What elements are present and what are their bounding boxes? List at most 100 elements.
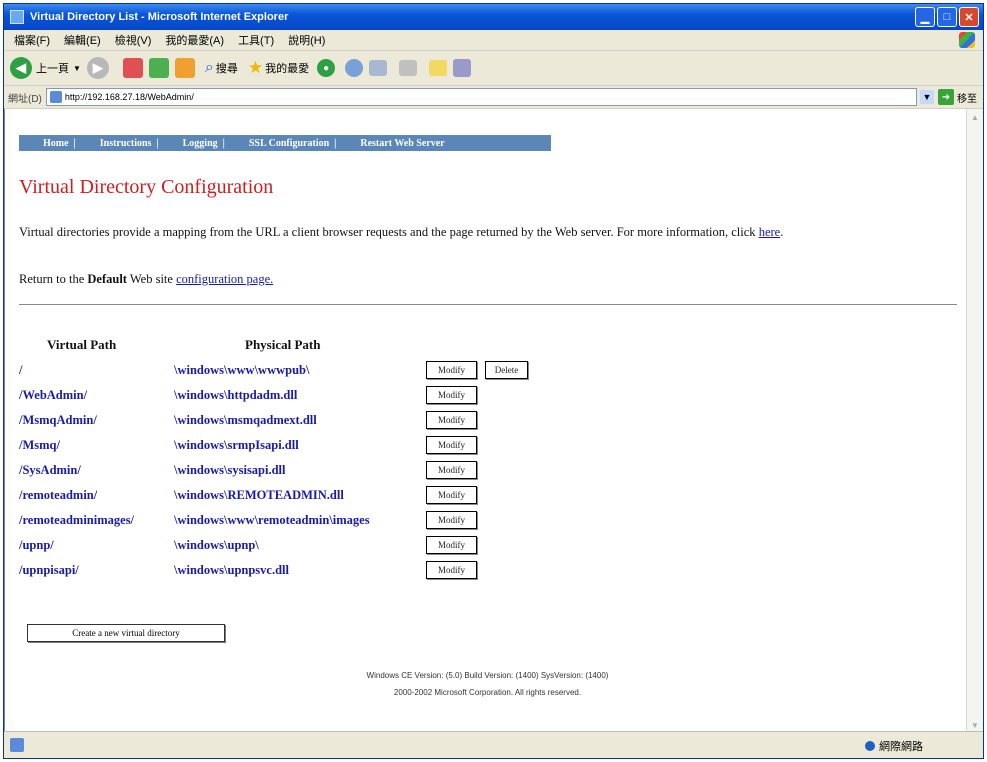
virtual-path-link[interactable]: / (19, 363, 22, 378)
physical-path: \windows\REMOTEADMIN.dll (174, 488, 344, 502)
maximize-button[interactable]: □ (937, 7, 957, 27)
modify-button[interactable]: Modify (426, 386, 477, 404)
address-url: http://192.168.27.18/WebAdmin/ (64, 92, 194, 102)
history-button[interactable] (345, 59, 364, 77)
minimize-button[interactable]: ▁ (915, 7, 935, 27)
mail-button[interactable] (369, 60, 388, 76)
modify-button[interactable]: Modify (426, 511, 477, 529)
print-button[interactable] (399, 60, 418, 76)
address-dropdown-button[interactable]: ▼ (920, 90, 934, 104)
virtual-path-link[interactable]: /upnpisapi/ (19, 563, 79, 578)
page-icon (49, 91, 62, 103)
maximize-icon: □ (943, 11, 951, 23)
physical-path: \windows\httpdadm.dll (174, 388, 298, 402)
title-bar: Virtual Directory List - Microsoft Inter… (4, 4, 983, 30)
menu-favorites[interactable]: 我的最愛(A) (165, 32, 224, 48)
menu-help[interactable]: 說明(H) (288, 32, 325, 48)
back-button[interactable]: ◀ 上一頁 ▼ (10, 57, 81, 79)
nav-logging-label: Logging (182, 137, 218, 149)
go-arrow-icon: ➜ (941, 91, 951, 103)
modify-button[interactable]: Modify (426, 486, 477, 504)
modify-button[interactable]: Modify (426, 361, 477, 379)
vertical-scrollbar[interactable]: ▲ ▼ (966, 109, 983, 734)
virtual-path-link[interactable]: /SysAdmin/ (19, 463, 81, 478)
messenger-icon (453, 59, 472, 77)
physical-path: \windows\upnp\ (174, 538, 259, 552)
address-input[interactable]: http://192.168.27.18/WebAdmin/ (45, 88, 917, 106)
back-arrow-icon: ◀ (10, 57, 32, 79)
refresh-button[interactable] (148, 58, 169, 78)
edit-button[interactable] (429, 60, 448, 76)
home-icon (174, 58, 195, 78)
search-button[interactable]: ⌕ 搜尋 (205, 59, 238, 77)
nav-ssl-label: SSL Configuration (248, 137, 330, 149)
delete-button[interactable]: Delete (485, 361, 528, 379)
stop-button[interactable] (122, 58, 143, 78)
scroll-up-icon: ▲ (971, 113, 979, 122)
create-virtual-directory-button[interactable]: Create a new virtual directory (27, 624, 225, 642)
configuration-page-link[interactable]: configuration page. (176, 272, 273, 286)
search-label: 搜尋 (215, 63, 238, 75)
page-title: Virtual Directory Configuration (19, 176, 274, 198)
nav-restart[interactable]: Restart Web Server (348, 138, 444, 149)
window-title: Virtual Directory List - Microsoft Inter… (30, 11, 289, 23)
toolbar: ◀ 上一頁 ▼ ▶ ⌕ 搜尋 ★ 我的最愛 ● (4, 51, 983, 86)
virtual-path-link[interactable]: /WebAdmin/ (19, 388, 87, 403)
close-button[interactable]: ✕ (959, 7, 979, 27)
menu-tools[interactable]: 工具(T) (238, 32, 274, 48)
menu-edit[interactable]: 編輯(E) (64, 32, 101, 48)
zone-label: 網際網路 (879, 741, 923, 753)
nav-home[interactable]: Home | (31, 138, 76, 149)
intro-text: Virtual directories provide a mapping fr… (19, 225, 784, 239)
print-icon (399, 60, 418, 76)
physical-path: \windows\upnpsvc.dll (174, 563, 289, 577)
address-bar: 網址(D) http://192.168.27.18/WebAdmin/ ▼ ➜… (4, 86, 983, 109)
modify-button[interactable]: Modify (426, 561, 477, 579)
media-button[interactable]: ● (317, 59, 336, 77)
menu-view[interactable]: 檢視(V) (115, 32, 152, 48)
page-content: Home | Instructions | Logging | SSL Conf… (4, 109, 970, 734)
close-icon: ✕ (964, 11, 974, 24)
nav-logging[interactable]: Logging | (171, 138, 225, 149)
return-text: Return to the Default Web site configura… (19, 272, 273, 287)
virtual-path-link[interactable]: /upnp/ (19, 538, 54, 553)
physical-path: \windows\www\remoteadmin\images (174, 513, 370, 527)
header-virtual-path: Virtual Path (47, 337, 117, 352)
physical-path: \windows\sysisapi.dll (174, 463, 286, 477)
virtual-path-link[interactable]: /remoteadmin/ (19, 488, 97, 503)
virtual-path-link[interactable]: /MsmqAdmin/ (19, 413, 97, 428)
star-icon: ★ (247, 58, 264, 77)
mail-icon (369, 60, 388, 76)
favorites-button[interactable]: ★ 我的最愛 (248, 58, 309, 78)
intro-body: Virtual directories provide a mapping fr… (19, 225, 756, 239)
physical-path: \windows\www\wwwpub\ (174, 363, 310, 377)
modify-button[interactable]: Modify (426, 411, 477, 429)
return-mid: Web site (129, 272, 173, 286)
go-label[interactable]: 移至 (957, 90, 977, 105)
virtual-path-link[interactable]: /remoteadminimages/ (19, 513, 134, 528)
folder-icon (429, 60, 448, 76)
intro-here-link[interactable]: here (759, 225, 781, 239)
nav-instructions[interactable]: Instructions | (88, 138, 159, 149)
messenger-button[interactable] (453, 59, 472, 77)
virtual-path-link[interactable]: /Msmq/ (19, 438, 60, 453)
home-button[interactable] (174, 58, 195, 78)
go-button[interactable]: ➜ (938, 89, 954, 105)
top-nav: Home | Instructions | Logging | SSL Conf… (19, 135, 551, 151)
address-label: 網址(D) (8, 93, 42, 105)
modify-button[interactable]: Modify (426, 461, 477, 479)
chevron-down-icon: ▼ (73, 63, 81, 73)
scroll-down-icon: ▼ (971, 721, 979, 730)
nav-ssl[interactable]: SSL Configuration | (237, 138, 337, 149)
modify-button[interactable]: Modify (426, 436, 477, 454)
nav-instructions-label: Instructions (99, 137, 152, 149)
menu-file[interactable]: 檔案(F) (14, 32, 50, 48)
return-pre: Return to the (19, 272, 85, 286)
forward-button[interactable]: ▶ (86, 57, 109, 79)
status-bar: 網際網路 (4, 731, 983, 758)
modify-button[interactable]: Modify (426, 536, 477, 554)
menu-bar: 檔案(F) 編輯(E) 檢視(V) 我的最愛(A) 工具(T) 說明(H) (4, 30, 983, 51)
stop-icon (122, 58, 143, 78)
media-icon: ● (317, 59, 336, 77)
favorites-label: 我的最愛 (265, 63, 310, 75)
